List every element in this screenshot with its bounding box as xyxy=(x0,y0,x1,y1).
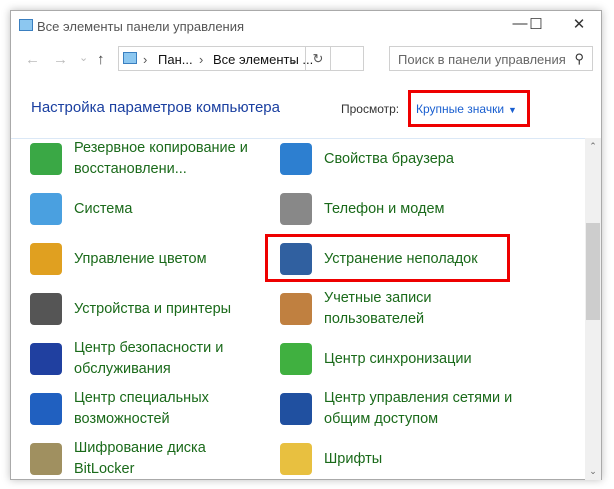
address-dropdown-button[interactable]: ⌄ xyxy=(287,52,298,68)
item-label: Управление цветом xyxy=(74,250,207,267)
control-panel-item[interactable]: Свойства браузера xyxy=(280,139,454,182)
refresh-button[interactable]: ↻ xyxy=(305,46,331,71)
control-panel-item[interactable]: Центр безопасности и обслуживания xyxy=(30,336,269,382)
search-icon[interactable]: ⚲ xyxy=(574,51,584,67)
search-input[interactable]: Поиск в панели управления ⚲ xyxy=(389,46,593,71)
dropdown-arrow-icon: ▼ xyxy=(508,105,517,115)
view-label: Просмотр: xyxy=(341,102,400,116)
backup-icon xyxy=(30,143,62,175)
item-label: Шифрование диска BitLocker xyxy=(74,440,206,477)
item-label: Учетные записи пользователей xyxy=(324,290,432,327)
up-button[interactable]: ↑ xyxy=(97,51,105,68)
forward-button[interactable]: → xyxy=(53,51,68,68)
item-label: Резервное копирование и восстановлени... xyxy=(74,140,248,177)
item-label: Центр управления сетями и общим доступом xyxy=(324,390,513,427)
control-panel-window: Все элементы панели управления — ☐ ✕ ← →… xyxy=(10,10,602,480)
page-title: Настройка параметров компьютера xyxy=(31,99,280,116)
control-panel-item[interactable]: Управление цветом xyxy=(30,236,207,282)
network-icon xyxy=(280,393,312,425)
sync-icon xyxy=(280,343,312,375)
scroll-up-button[interactable]: ⌃ xyxy=(585,141,601,152)
recent-locations-button[interactable]: ⌄ xyxy=(79,51,88,64)
control-panel-item[interactable]: Учетные записи пользователей xyxy=(280,286,519,332)
item-label: Шрифты xyxy=(324,450,383,467)
control-panel-item[interactable]: Телефон и модем xyxy=(280,186,445,232)
maximize-button[interactable]: ☐ xyxy=(521,15,551,33)
phone-icon xyxy=(280,193,312,225)
globe-icon xyxy=(280,143,312,175)
view-by-value: Крупные значки xyxy=(416,102,505,116)
control-panel-item[interactable]: Шрифты xyxy=(280,436,382,480)
breadcrumb-separator: › xyxy=(199,52,204,67)
back-button[interactable]: ← xyxy=(25,51,40,68)
fonts-icon xyxy=(280,443,312,475)
item-label: Телефон и модем xyxy=(324,200,445,217)
printer-icon xyxy=(30,293,62,325)
window-title: Все элементы панели управления xyxy=(37,19,245,34)
search-placeholder: Поиск в панели управления xyxy=(398,52,566,67)
item-label: Центр безопасности и обслуживания xyxy=(74,340,224,377)
item-label: Центр синхронизации xyxy=(324,350,472,367)
troubleshoot-icon xyxy=(280,243,312,275)
flag-icon xyxy=(30,343,62,375)
breadcrumb-all-items[interactable]: Все элементы ... xyxy=(213,52,313,67)
control-panel-item[interactable]: Шифрование диска BitLocker xyxy=(30,436,269,480)
accessibility-icon xyxy=(30,393,62,425)
color-icon xyxy=(30,243,62,275)
items-list: Резервное копирование и восстановлени...… xyxy=(11,138,586,480)
users-icon xyxy=(280,293,312,325)
bitlocker-icon xyxy=(30,443,62,475)
control-panel-item[interactable]: Резервное копирование и восстановлени... xyxy=(30,139,269,182)
breadcrumb-separator: › xyxy=(143,52,148,67)
scroll-down-button[interactable]: ⌄ xyxy=(585,466,601,477)
control-panel-item[interactable]: Устранение неполадок xyxy=(280,236,478,282)
control-panel-item[interactable]: Центр специальных возможностей xyxy=(30,386,269,432)
item-label: Устройства и принтеры xyxy=(74,300,232,317)
control-panel-item[interactable]: Устройства и принтеры xyxy=(30,286,231,332)
item-label: Устранение неполадок xyxy=(324,250,478,267)
item-label: Центр специальных возможностей xyxy=(74,390,209,427)
scrollbar-thumb[interactable] xyxy=(586,223,600,320)
view-by-dropdown[interactable]: Крупные значки ▼ xyxy=(408,90,530,127)
control-panel-item[interactable]: Система xyxy=(30,186,132,232)
control-panel-icon xyxy=(19,19,33,31)
scrollbar[interactable]: ⌃ ⌄ xyxy=(585,138,601,480)
item-label: Свойства браузера xyxy=(324,150,454,167)
control-panel-item[interactable]: Центр управления сетями и общим доступом xyxy=(280,386,519,432)
breadcrumb-control-panel[interactable]: Пан... xyxy=(158,52,193,67)
item-label: Система xyxy=(74,200,133,217)
close-button[interactable]: ✕ xyxy=(564,15,594,33)
control-panel-icon xyxy=(123,52,137,64)
control-panel-item[interactable]: Центр синхронизации xyxy=(280,336,472,382)
computer-icon xyxy=(30,193,62,225)
